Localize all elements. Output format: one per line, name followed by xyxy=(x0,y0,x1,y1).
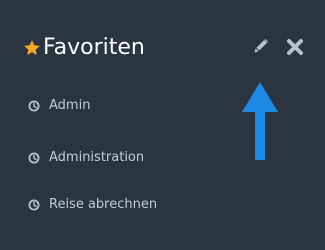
favorites-title: Favoriten xyxy=(43,35,145,60)
favorite-item-label: Admin xyxy=(49,98,91,113)
star-icon xyxy=(24,40,40,56)
favorite-item-reise-abrechnen[interactable]: Reise abrechnen xyxy=(28,194,157,216)
favorites-panel: Favoriten Admin Administration Reise abr… xyxy=(0,0,325,250)
arrow-up-icon xyxy=(242,82,278,160)
favorite-item-label: Reise abrechnen xyxy=(49,197,158,212)
clock-icon xyxy=(28,199,40,211)
favorite-item-label: Administration xyxy=(49,150,145,165)
favorite-item-administration[interactable]: Administration xyxy=(28,147,144,169)
pencil-icon xyxy=(254,38,269,53)
edit-favorites-button[interactable] xyxy=(250,37,270,57)
favorites-header: Favoriten xyxy=(0,30,325,66)
close-icon xyxy=(287,39,303,55)
close-favorites-button[interactable] xyxy=(285,37,305,57)
clock-icon xyxy=(28,100,40,112)
clock-icon xyxy=(28,152,40,164)
favorite-item-admin[interactable]: Admin xyxy=(28,95,90,117)
